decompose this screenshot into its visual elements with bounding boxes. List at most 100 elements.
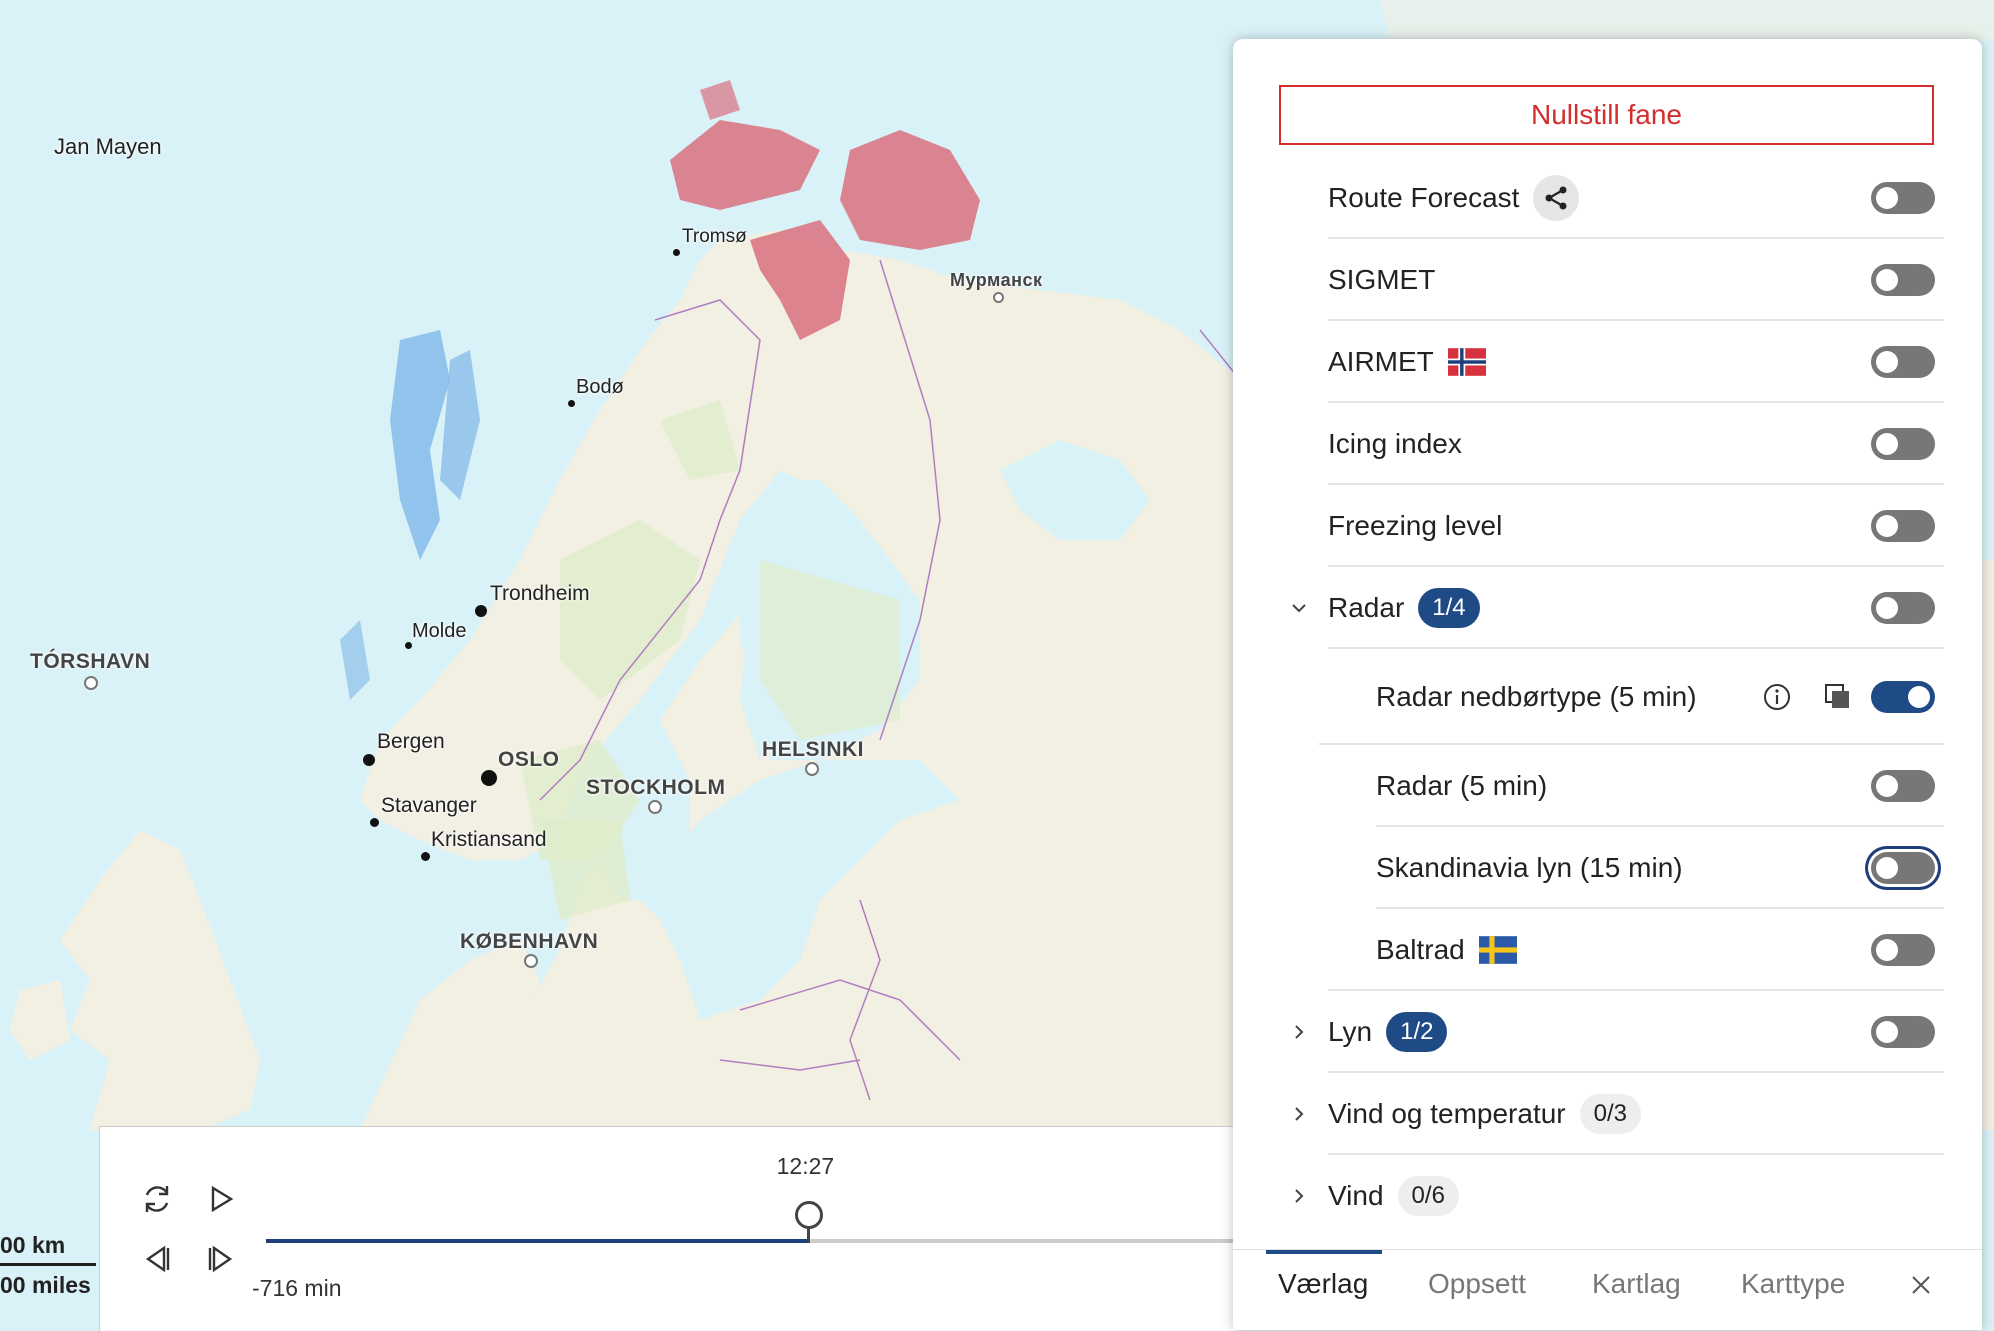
- chevron-right-icon[interactable]: [1290, 1023, 1308, 1041]
- map-label-stavanger: Stavanger: [381, 794, 477, 817]
- reset-tab-button[interactable]: Nullstill fane: [1279, 85, 1934, 145]
- scale-bar: [0, 1263, 96, 1266]
- step-back-button[interactable]: [135, 1237, 179, 1281]
- refresh-button[interactable]: [135, 1177, 179, 1221]
- layer-label: Radar nedbørtype (5 min): [1376, 681, 1697, 712]
- layer-label: AIRMET: [1328, 346, 1434, 377]
- scale-km: 00 km: [0, 1232, 66, 1258]
- city-marker-stavanger: [370, 818, 379, 827]
- toggle-radar-nedbortype[interactable]: [1871, 681, 1935, 713]
- toggle-radar[interactable]: [1871, 592, 1935, 624]
- toggle-icing-index[interactable]: [1871, 428, 1935, 460]
- layer-label: Vind: [1328, 1180, 1384, 1211]
- layer-row-radar: Radar 1/4: [1233, 567, 1982, 649]
- layer-label: Route Forecast: [1328, 182, 1520, 213]
- share-icon: [1545, 186, 1567, 210]
- tab-karttype[interactable]: Karttype: [1741, 1268, 1845, 1300]
- tab-vaerlag[interactable]: Værlag: [1278, 1268, 1368, 1300]
- timeline-track[interactable]: [266, 1239, 1235, 1243]
- layer-label: Radar: [1328, 592, 1405, 623]
- toggle-sigmet[interactable]: [1871, 264, 1935, 296]
- info-button[interactable]: [1760, 680, 1794, 714]
- layer-label: Lyn: [1328, 1016, 1373, 1047]
- map-label-kobenhavn: KØBENHAVN: [460, 930, 599, 953]
- layer-stack-button[interactable]: [1821, 680, 1855, 714]
- layer-label: SIGMET: [1328, 264, 1436, 295]
- layer-row-vind[interactable]: Vind 0/6: [1233, 1155, 1982, 1237]
- share-button[interactable]: [1533, 175, 1580, 221]
- toggle-baltrad[interactable]: [1871, 934, 1935, 966]
- scale-miles: 00 miles: [0, 1272, 91, 1298]
- step-forward-icon: [208, 1245, 233, 1273]
- city-marker-helsinki: [805, 762, 819, 776]
- layer-row-vind-og-temperatur[interactable]: Vind og temperatur 0/3: [1233, 1073, 1982, 1155]
- vind-temp-count-badge: 0/3: [1579, 1094, 1642, 1134]
- layer-row-freezing-level: Freezing level: [1233, 485, 1982, 567]
- toggle-lyn[interactable]: [1871, 1016, 1935, 1048]
- toggle-radar-5min[interactable]: [1871, 770, 1935, 802]
- city-marker-bodo: [568, 400, 575, 407]
- vind-count-badge: 0/6: [1397, 1176, 1459, 1216]
- chevron-down-icon[interactable]: [1290, 599, 1308, 617]
- play-button[interactable]: [199, 1177, 243, 1221]
- radar-count-badge: 1/4: [1418, 588, 1480, 628]
- layer-row-lyn: Lyn 1/2: [1233, 991, 1982, 1073]
- layer-row-sigmet: SIGMET: [1233, 239, 1982, 321]
- map-label-torshavn: TÓRSHAVN: [30, 650, 151, 673]
- refresh-icon: [145, 1186, 169, 1212]
- tab-oppsett[interactable]: Oppsett: [1428, 1268, 1526, 1300]
- layer-label: Freezing level: [1328, 510, 1503, 541]
- close-icon[interactable]: [1910, 1274, 1932, 1296]
- map-label-jan-mayen: Jan Mayen: [54, 134, 162, 159]
- chevron-right-icon[interactable]: [1290, 1105, 1308, 1123]
- map-label-helsinki: HELSINKI: [762, 738, 865, 761]
- tab-kartlag[interactable]: Kartlag: [1592, 1268, 1681, 1300]
- timeline-handle-stem: [807, 1227, 811, 1243]
- city-marker-bergen: [363, 754, 375, 766]
- layer-row-airmet: AIRMET: [1233, 321, 1982, 403]
- city-marker-stockholm: [648, 800, 662, 814]
- toggle-airmet[interactable]: [1871, 346, 1935, 378]
- toggle-route-forecast[interactable]: [1871, 182, 1935, 214]
- timeline-progress: [266, 1239, 809, 1243]
- current-time-label: 12:27: [776, 1153, 835, 1179]
- map-label-murmansk: Мурманск: [950, 270, 1043, 290]
- layer-row-skandinavia-lyn: Skandinavia lyn (15 min): [1233, 827, 1982, 909]
- map-label-tromso: Tromsø: [682, 226, 747, 247]
- norway-flag-icon: [1447, 348, 1486, 376]
- lyn-count-badge: 1/2: [1386, 1012, 1448, 1052]
- step-back-icon: [145, 1245, 170, 1273]
- info-icon: [1764, 684, 1790, 710]
- step-forward-button[interactable]: [199, 1237, 243, 1281]
- active-tab-indicator: [1266, 1250, 1382, 1254]
- chevron-right-icon[interactable]: [1290, 1187, 1308, 1205]
- map-scale: 00 km 00 miles: [0, 1232, 96, 1299]
- layer-label: Icing index: [1328, 428, 1462, 459]
- time-offset-label: -716 min: [252, 1275, 342, 1301]
- layer-row-radar-nedbortype: Radar nedbørtype (5 min): [1233, 649, 1982, 745]
- toggle-skandinavia-lyn[interactable]: [1871, 852, 1935, 884]
- layer-label: Skandinavia lyn (15 min): [1376, 852, 1683, 883]
- city-marker-tromso: [673, 249, 680, 256]
- map-label-kristiansand: Kristiansand: [431, 828, 547, 851]
- city-marker-trondheim: [475, 605, 487, 617]
- city-marker-molde: [405, 642, 412, 649]
- layer-label: Vind og temperatur: [1328, 1098, 1566, 1129]
- play-icon: [211, 1185, 234, 1213]
- map-label-molde: Molde: [412, 620, 467, 642]
- layer-label: Baltrad: [1376, 934, 1465, 965]
- timeline-panel: 12:27 -716 min: [99, 1126, 1235, 1331]
- timeline-handle[interactable]: [794, 1201, 823, 1229]
- sweden-flag-icon: [1478, 936, 1517, 964]
- toggle-freezing-level[interactable]: [1871, 510, 1935, 542]
- city-marker-murmansk: [993, 292, 1004, 303]
- map-label-bodo: Bodø: [576, 376, 624, 398]
- map-label-oslo: OSLO: [498, 748, 560, 771]
- layer-row-baltrad: Baltrad: [1233, 909, 1982, 991]
- panel-tabs: Værlag Oppsett Kartlag Karttype: [1233, 1249, 1982, 1330]
- layer-panel: Nullstill fane Route Forecast SIGMET AIR…: [1233, 39, 1982, 1330]
- layer-row-route-forecast: Route Forecast: [1233, 157, 1982, 239]
- layer-row-radar-5min: Radar (5 min): [1233, 745, 1982, 827]
- map-label-bergen: Bergen: [377, 730, 445, 753]
- layer-label: Radar (5 min): [1376, 770, 1548, 801]
